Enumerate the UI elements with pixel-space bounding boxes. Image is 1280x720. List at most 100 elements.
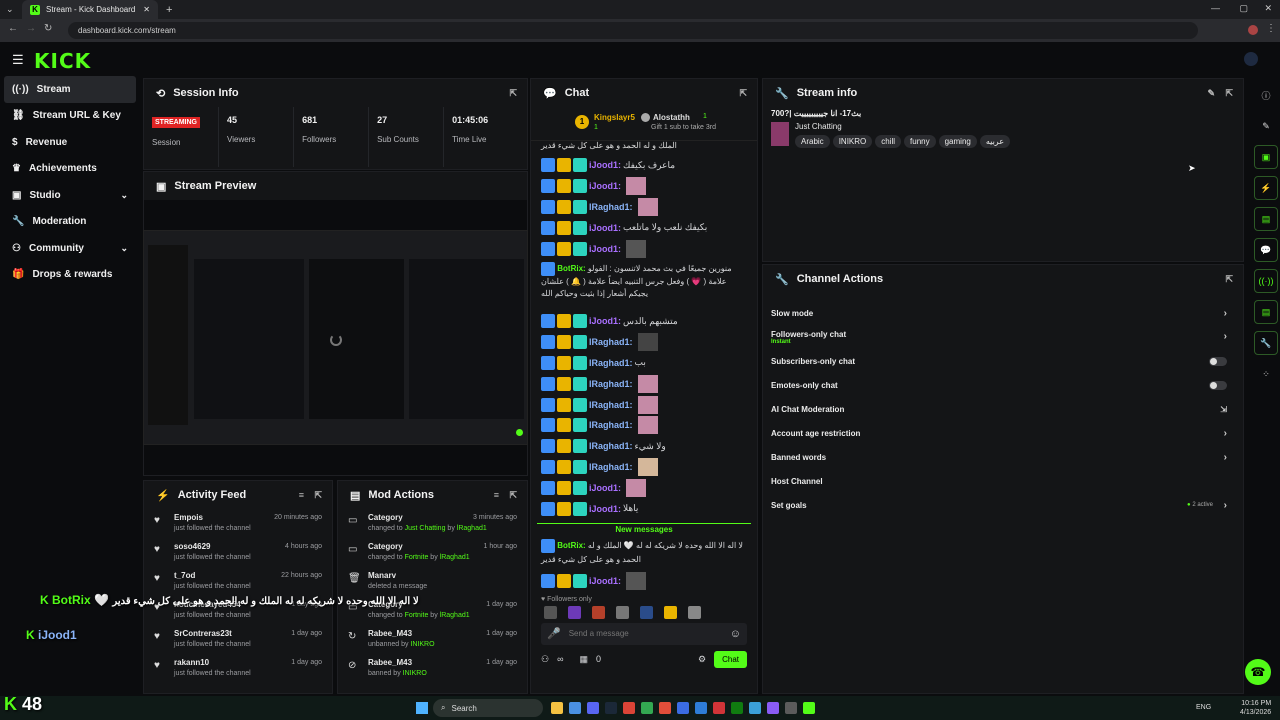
app-icon[interactable] <box>569 702 581 714</box>
tag[interactable]: gaming <box>938 135 977 148</box>
chat-username[interactable]: iJood1: <box>589 316 621 326</box>
sidebar-item-stream[interactable]: ((·)) Stream <box>4 76 136 103</box>
filter-icon[interactable]: ≡ <box>494 490 499 500</box>
reload-icon[interactable]: ↻ <box>44 23 52 34</box>
app-icon[interactable] <box>695 702 707 714</box>
mod-action-user[interactable]: lRaghad1 <box>440 612 470 619</box>
chatter-avatar[interactable] <box>664 605 677 619</box>
mod-action-user[interactable]: lRaghad1 <box>457 525 487 532</box>
filter-icon[interactable]: ≡ <box>299 490 304 500</box>
chatter-avatar[interactable] <box>592 605 605 619</box>
set-goals-row[interactable]: Set goals ● 2 active › <box>763 493 1243 517</box>
app-icon[interactable] <box>677 702 689 714</box>
banned-words-row[interactable]: Banned words › <box>763 445 1243 469</box>
chat-username[interactable]: lRaghad1: <box>589 400 633 410</box>
sidebar-item-achievements[interactable]: ♛ Achievements <box>0 156 140 183</box>
mod-action-user[interactable]: lRaghad1 <box>440 554 470 561</box>
sidebar-item-drops[interactable]: 🎁 Drops & rewards <box>0 262 140 289</box>
window-close-icon[interactable]: ✕ <box>1264 3 1272 14</box>
app-icon[interactable] <box>713 702 725 714</box>
forward-icon[interactable]: → <box>26 23 36 34</box>
language-indicator[interactable]: ENG <box>1196 704 1211 711</box>
chat-username[interactable]: BotRix: <box>557 264 585 273</box>
users-icon[interactable]: ⚇ <box>541 654 549 665</box>
category-name[interactable]: Just Chatting <box>795 122 1013 131</box>
hamburger-icon[interactable]: ☰ <box>12 52 24 68</box>
chatter-avatar[interactable] <box>544 605 557 619</box>
browser-menu-icon[interactable]: ⌄ <box>6 4 14 15</box>
discord-icon[interactable] <box>587 702 599 714</box>
tag[interactable]: Arabic <box>795 135 830 148</box>
sidebar-item-moderation[interactable]: 🔧 Moderation <box>0 209 140 236</box>
slow-mode-row[interactable]: Slow mode › <box>763 301 1243 325</box>
edit-icon[interactable]: ✎ <box>1254 114 1278 138</box>
ai-moderation-row[interactable]: AI Chat Moderation ⇲ <box>763 397 1243 421</box>
app-icon[interactable] <box>749 702 761 714</box>
new-tab-icon[interactable]: + <box>166 4 172 16</box>
taskbar-search[interactable]: ⌕ Search <box>433 699 543 717</box>
chat-username[interactable]: lRaghad1: <box>589 462 633 472</box>
minimize-icon[interactable]: — <box>1211 3 1220 13</box>
explorer-icon[interactable] <box>551 702 563 714</box>
user-avatar[interactable] <box>1244 52 1258 66</box>
sidebar-item-community[interactable]: ⚇ Community ⌄ <box>0 235 140 262</box>
category-thumbnail[interactable] <box>771 122 789 146</box>
tag[interactable]: INIKRO <box>832 135 873 148</box>
wrench-icon[interactable]: 🔧 <box>1254 331 1278 355</box>
send-chat-button[interactable]: Chat <box>714 650 747 668</box>
kick-logo[interactable]: KICK <box>34 49 91 73</box>
stream-icon[interactable]: ((·)) <box>1254 269 1278 293</box>
xbox-icon[interactable] <box>731 702 743 714</box>
profile-avatar[interactable] <box>1248 25 1258 35</box>
chat-username[interactable]: iJood1: <box>589 160 621 170</box>
chat-username[interactable]: lRaghad1: <box>589 379 633 389</box>
sidebar-item-revenue[interactable]: $ Revenue <box>0 129 140 156</box>
chatter-avatar[interactable] <box>616 605 629 619</box>
chat-username[interactable]: iJood1: <box>589 483 621 493</box>
chrome-icon[interactable] <box>623 702 635 714</box>
app-icon[interactable] <box>641 702 653 714</box>
tab-close-icon[interactable]: ✕ <box>143 5 150 14</box>
kick-app-icon[interactable] <box>803 702 815 714</box>
new-messages-divider[interactable]: New messages <box>537 522 751 537</box>
tag[interactable]: chill <box>875 135 902 148</box>
account-age-row[interactable]: Account age restriction › <box>763 421 1243 445</box>
back-icon[interactable]: ← <box>8 23 18 34</box>
popout-icon[interactable]: ⇱ <box>1225 88 1233 99</box>
app-icon[interactable] <box>785 702 797 714</box>
message-field[interactable] <box>568 629 722 639</box>
chat-username[interactable]: lRaghad1: <box>589 420 633 430</box>
chat-username[interactable]: lRaghad1: <box>589 441 633 451</box>
stream-preview-video[interactable] <box>143 230 528 445</box>
windows-start-icon[interactable] <box>416 702 428 714</box>
bolt-icon[interactable]: ⚡ <box>1254 176 1278 200</box>
chat-username[interactable]: BotRix: <box>557 541 585 550</box>
browser-menu-dots-icon[interactable]: ⋮ <box>1266 23 1276 34</box>
document-icon[interactable]: ▤ <box>1254 207 1278 231</box>
followers-only-row[interactable]: Followers-only chat Instant › <box>763 325 1243 349</box>
popout-icon[interactable]: ⇱ <box>1225 274 1233 285</box>
chat-username[interactable]: iJood1: <box>589 223 621 233</box>
url-field[interactable]: dashboard.kick.com/stream <box>68 22 1198 39</box>
mod-action-user[interactable]: INIKRO <box>410 641 434 648</box>
mod-icon[interactable]: ▤ <box>1254 300 1278 324</box>
chat-icon[interactable]: 💬 <box>1254 238 1278 262</box>
edit-icon[interactable]: ✎ <box>1207 88 1215 99</box>
tag[interactable]: عربيه <box>979 135 1010 148</box>
popout-icon[interactable]: ⇱ <box>739 88 747 99</box>
chat-username[interactable]: lRaghad1: <box>589 358 633 368</box>
popout-icon[interactable]: ⇱ <box>509 490 517 501</box>
sidebar-item-studio[interactable]: ▣ Studio ⌄ <box>0 182 140 209</box>
browser-tab[interactable]: K Stream - Kick Dashboard ✕ <box>22 0 158 19</box>
gift-icon[interactable]: ▦ <box>580 654 589 665</box>
app-icon[interactable] <box>659 702 671 714</box>
chat-input[interactable]: 🎤 ☺ <box>541 622 747 645</box>
mod-action-user[interactable]: INIKRO <box>403 670 427 677</box>
tag[interactable]: funny <box>904 135 936 148</box>
subscribers-only-toggle[interactable] <box>1209 356 1227 366</box>
emoji-icon[interactable]: ☺ <box>730 628 741 640</box>
mic-icon[interactable]: 🎤 <box>547 627 561 640</box>
chat-username[interactable]: iJood1: <box>589 181 621 191</box>
chatter-avatar[interactable] <box>568 605 581 619</box>
chat-username[interactable]: lRaghad1: <box>589 337 633 347</box>
